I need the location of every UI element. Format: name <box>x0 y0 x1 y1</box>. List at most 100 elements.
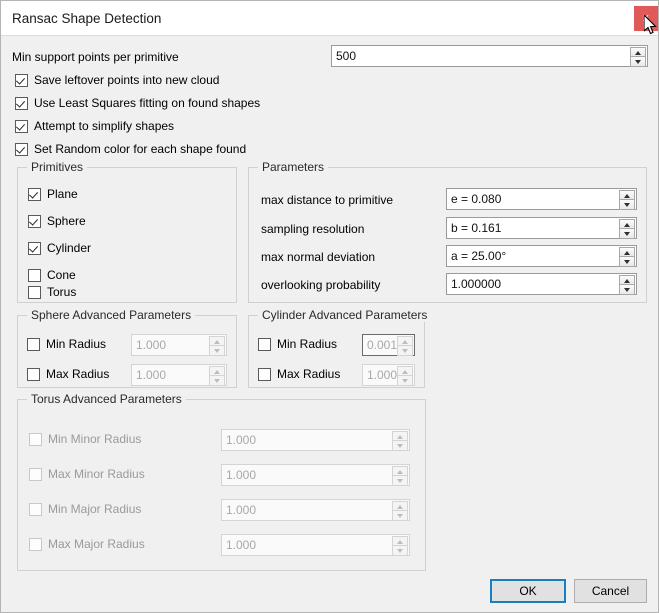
input-max-distance-to-primitive[interactable]: e = 0.080 <box>446 188 637 210</box>
stepper-up-icon[interactable] <box>619 219 635 229</box>
label-plane: Plane <box>47 187 78 201</box>
stepper-overlooking-probability[interactable] <box>619 275 635 295</box>
stepper-max-distance-to-primitive[interactable] <box>619 190 635 210</box>
stepper-down-icon[interactable] <box>392 546 408 556</box>
value-max-distance-to-primitive: e = 0.080 <box>451 192 501 206</box>
value-overlooking-probability: 1.000000 <box>451 277 501 291</box>
stepper-up-icon[interactable] <box>209 336 225 346</box>
label-torus-min-minor-radius: Min Minor Radius <box>48 432 141 446</box>
label-cone: Cone <box>47 268 76 282</box>
stepper-sphere-max-radius[interactable] <box>209 366 225 386</box>
value-sphere-max-radius: 1.000 <box>136 368 166 382</box>
stepper-max-normal-deviation[interactable] <box>619 247 635 267</box>
label-sphere: Sphere <box>47 214 86 228</box>
checkbox-cylinder-min-radius[interactable] <box>258 338 271 351</box>
stepper-down-icon[interactable] <box>619 229 635 239</box>
stepper-cylinder-max-radius[interactable] <box>397 366 413 386</box>
stepper-up-icon[interactable] <box>397 366 413 376</box>
input-torus-max-minor-radius[interactable]: 1.000 <box>221 464 410 486</box>
label-torus-max-major-radius: Max Major Radius <box>48 537 145 551</box>
checkbox-use-least-squares[interactable] <box>15 97 28 110</box>
stepper-up-icon[interactable] <box>392 536 408 546</box>
torus-advanced-parameters-group: Torus Advanced Parameters Min Minor Radi… <box>17 399 426 571</box>
input-torus-max-major-radius[interactable]: 1.000 <box>221 534 410 556</box>
checkbox-sphere-min-radius[interactable] <box>27 338 40 351</box>
stepper-torus-max-major-radius[interactable] <box>392 536 408 556</box>
min-support-points-stepper[interactable] <box>630 47 646 67</box>
label-max-normal-deviation: max normal deviation <box>261 250 375 264</box>
sphere-advanced-parameters-group: Sphere Advanced Parameters Min Radius 1.… <box>17 315 237 388</box>
checkbox-cylinder-max-radius[interactable] <box>258 368 271 381</box>
input-cylinder-max-radius[interactable]: 1.000 <box>362 364 415 386</box>
label-torus: Torus <box>47 285 76 299</box>
stepper-down-icon[interactable] <box>392 511 408 521</box>
checkbox-plane[interactable] <box>28 188 41 201</box>
value-torus-min-major-radius: 1.000 <box>226 503 256 517</box>
stepper-down-icon[interactable] <box>619 285 635 295</box>
stepper-up-icon[interactable] <box>397 336 413 346</box>
checkbox-torus-max-minor-radius[interactable] <box>29 468 42 481</box>
value-sphere-min-radius: 1.000 <box>136 338 166 352</box>
stepper-torus-min-minor-radius[interactable] <box>392 431 408 451</box>
input-sampling-resolution[interactable]: b = 0.161 <box>446 217 637 239</box>
stepper-down-icon[interactable] <box>619 257 635 267</box>
stepper-sampling-resolution[interactable] <box>619 219 635 239</box>
ok-button[interactable]: OK <box>490 579 566 603</box>
checkbox-torus-min-major-radius[interactable] <box>29 503 42 516</box>
input-torus-min-major-radius[interactable]: 1.000 <box>221 499 410 521</box>
stepper-down-icon[interactable] <box>397 346 413 356</box>
stepper-up-icon[interactable] <box>619 247 635 257</box>
stepper-down-icon[interactable] <box>392 476 408 486</box>
label-cylinder-max-radius: Max Radius <box>277 367 340 381</box>
stepper-sphere-min-radius[interactable] <box>209 336 225 356</box>
checkbox-sphere[interactable] <box>28 215 41 228</box>
stepper-down-icon[interactable] <box>209 376 225 386</box>
stepper-up-icon[interactable] <box>392 431 408 441</box>
stepper-up-icon[interactable] <box>209 366 225 376</box>
checkbox-torus[interactable] <box>28 286 41 299</box>
value-max-normal-deviation: a = 25.00° <box>451 249 506 263</box>
min-support-points-label: Min support points per primitive <box>12 50 179 64</box>
input-torus-min-minor-radius[interactable]: 1.000 <box>221 429 410 451</box>
input-max-normal-deviation[interactable]: a = 25.00° <box>446 245 637 267</box>
stepper-up-icon[interactable] <box>392 466 408 476</box>
stepper-down-icon[interactable] <box>630 57 646 67</box>
stepper-down-icon[interactable] <box>397 376 413 386</box>
value-torus-max-minor-radius: 1.000 <box>226 468 256 482</box>
label-sphere-max-radius: Max Radius <box>46 367 109 381</box>
cancel-button[interactable]: Cancel <box>574 579 647 603</box>
ransac-shape-detection-dialog: Ransac Shape Detection x Min support poi… <box>0 0 659 613</box>
stepper-torus-max-minor-radius[interactable] <box>392 466 408 486</box>
checkbox-set-random-color[interactable] <box>15 143 28 156</box>
input-cylinder-min-radius[interactable]: 0.001 <box>362 334 415 356</box>
stepper-down-icon[interactable] <box>619 200 635 210</box>
stepper-up-icon[interactable] <box>619 275 635 285</box>
stepper-down-icon[interactable] <box>209 346 225 356</box>
close-icon[interactable]: x <box>634 6 658 31</box>
stepper-torus-min-major-radius[interactable] <box>392 501 408 521</box>
stepper-up-icon[interactable] <box>392 501 408 511</box>
min-support-points-input[interactable]: 500 <box>331 45 648 67</box>
label-torus-max-minor-radius: Max Minor Radius <box>48 467 145 481</box>
checkbox-torus-min-minor-radius[interactable] <box>29 433 42 446</box>
stepper-up-icon[interactable] <box>619 190 635 200</box>
page-title: Ransac Shape Detection <box>12 11 161 26</box>
input-overlooking-probability[interactable]: 1.000000 <box>446 273 637 295</box>
checkbox-attempt-simplify[interactable] <box>15 120 28 133</box>
input-sphere-max-radius[interactable]: 1.000 <box>131 364 227 386</box>
checkbox-cylinder[interactable] <box>28 242 41 255</box>
input-sphere-min-radius[interactable]: 1.000 <box>131 334 227 356</box>
stepper-cylinder-min-radius[interactable] <box>397 336 413 356</box>
parameters-group-title: Parameters <box>258 160 328 174</box>
stepper-down-icon[interactable] <box>392 441 408 451</box>
stepper-up-icon[interactable] <box>630 47 646 57</box>
checkbox-save-leftover-points[interactable] <box>15 74 28 87</box>
label-attempt-simplify: Attempt to simplify shapes <box>34 119 174 133</box>
checkbox-torus-max-major-radius[interactable] <box>29 538 42 551</box>
label-cylinder-min-radius: Min Radius <box>277 337 337 351</box>
label-save-leftover-points: Save leftover points into new cloud <box>34 73 219 87</box>
checkbox-cone[interactable] <box>28 269 41 282</box>
checkbox-sphere-max-radius[interactable] <box>27 368 40 381</box>
cylinder-advanced-group-title: Cylinder Advanced Parameters <box>258 308 431 322</box>
value-cylinder-min-radius: 0.001 <box>367 338 397 352</box>
